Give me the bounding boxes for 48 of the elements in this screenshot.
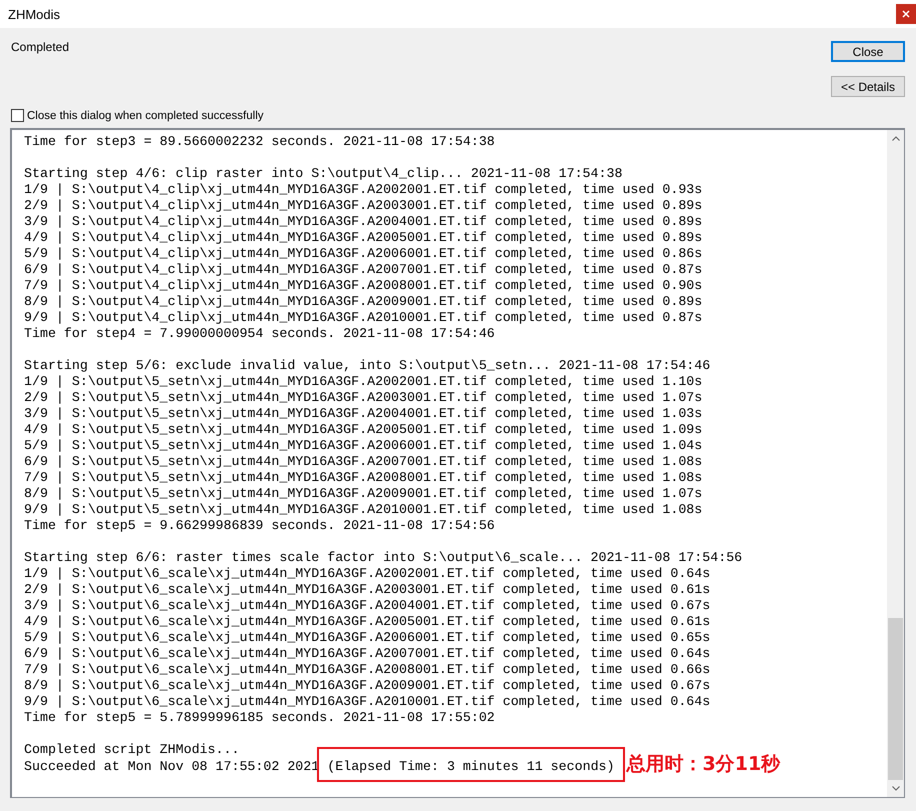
log-line: 4/9 | S:\output\6_scale\xj_utm44n_MYD16A3GF.A2005001.ET.tif completed, time used 0.61s: [24, 614, 712, 630]
log-line: 3/9 | S:\output\4_clip\xj_utm44n_MYD16A3GF.A2004001.ET.tif completed, time used 0.89s: [24, 214, 704, 230]
log-line: 9/9 | S:\output\5_setn\xj_utm44n_MYD16A3GF.A2010001.ET.tif completed, time used 1.08s: [24, 502, 704, 518]
log-line: 8/9 | S:\output\4_clip\xj_utm44n_MYD16A3GF.A2009001.ET.tif completed, time used 0.89s: [24, 294, 704, 310]
log-line: 1/9 | S:\output\5_setn\xj_utm44n_MYD16A3GF.A2002001.ET.tif completed, time used 1.10s: [24, 374, 704, 390]
log-line: 9/9 | S:\output\6_scale\xj_utm44n_MYD16A3GF.A2010001.ET.tif completed, time used 0.64s: [24, 694, 712, 710]
scroll-down-icon[interactable]: [892, 786, 900, 791]
log-line: Starting step 6/6: raster times scale factor into S:\output\6_scale... 2021-11-08 17:54:56: [24, 550, 744, 566]
scrollbar[interactable]: [887, 130, 904, 797]
log-line: 8/9 | S:\output\6_scale\xj_utm44n_MYD16A3GF.A2009001.ET.tif completed, time used 0.67s: [24, 678, 712, 694]
log-line: 4/9 | S:\output\4_clip\xj_utm44n_MYD16A3GF.A2005001.ET.tif completed, time used 0.89s: [24, 230, 704, 246]
close-icon[interactable]: [896, 4, 916, 24]
log-line: 5/9 | S:\output\6_scale\xj_utm44n_MYD16A3GF.A2006001.ET.tif completed, time used 0.65s: [24, 630, 712, 646]
log-line: 6/9 | S:\output\5_setn\xj_utm44n_MYD16A3GF.A2007001.ET.tif completed, time used 1.08s: [24, 454, 704, 470]
log-line: 7/9 | S:\output\6_scale\xj_utm44n_MYD16A3GF.A2008001.ET.tif completed, time used 0.66s: [24, 662, 712, 678]
log-line: Succeeded at Mon Nov 08 17:55:02 2021: [24, 758, 320, 774]
log-line: 7/9 | S:\output\4_clip\xj_utm44n_MYD16A3GF.A2008001.ET.tif completed, time used 0.90s: [24, 278, 704, 294]
log-line: Starting step 5/6: exclude invalid value, into S:\output\5_setn... 2021-11-08 17:54:46: [24, 358, 712, 374]
close-button[interactable]: Close: [831, 41, 905, 62]
log-line: 7/9 | S:\output\5_setn\xj_utm44n_MYD16A3GF.A2008001.ET.tif completed, time used 1.08s: [24, 470, 704, 486]
window-title: ZHModis: [8, 6, 60, 22]
log-line: Starting step 4/6: clip raster into S:\output\4_clip... 2021-11-08 17:54:38: [24, 166, 624, 182]
log-line: 5/9 | S:\output\5_setn\xj_utm44n_MYD16A3GF.A2006001.ET.tif completed, time used 1.04s: [24, 438, 704, 454]
log-line: 2/9 | S:\output\6_scale\xj_utm44n_MYD16A3GF.A2003001.ET.tif completed, time used 0.61s: [24, 582, 712, 598]
log-line: 8/9 | S:\output\5_setn\xj_utm44n_MYD16A3GF.A2009001.ET.tif completed, time used 1.07s: [24, 486, 704, 502]
status-text: Completed: [11, 40, 70, 54]
log-line: Time for step5 = 5.78999996185 seconds. 2021-11-08 17:55:02: [24, 710, 496, 726]
log-line: 2/9 | S:\output\5_setn\xj_utm44n_MYD16A3GF.A2003001.ET.tif completed, time used 1.07s: [24, 390, 704, 406]
log-line: 6/9 | S:\output\4_clip\xj_utm44n_MYD16A3GF.A2007001.ET.tif completed, time used 0.87s: [24, 262, 704, 278]
log-line: 1/9 | S:\output\4_clip\xj_utm44n_MYD16A3GF.A2002001.ET.tif completed, time used 0.93s: [24, 182, 704, 198]
log-line: 2/9 | S:\output\4_clip\xj_utm44n_MYD16A3GF.A2003001.ET.tif completed, time used 0.89s: [24, 198, 704, 214]
log-line: 6/9 | S:\output\6_scale\xj_utm44n_MYD16A3GF.A2007001.ET.tif completed, time used 0.64s: [24, 646, 712, 662]
close-when-done-checkbox[interactable]: Close this dialog when completed successfully: [11, 109, 264, 122]
details-button[interactable]: << Details: [831, 76, 905, 97]
log-line: 3/9 | S:\output\5_setn\xj_utm44n_MYD16A3GF.A2004001.ET.tif completed, time used 1.03s: [24, 406, 704, 422]
annotation-text: 总用时：3分11秒: [626, 756, 780, 772]
scroll-up-icon[interactable]: [892, 136, 900, 141]
elapsed-time-highlight: (Elapsed Time: 3 minutes 11 seconds): [319, 749, 623, 780]
log-line: Time for step5 = 9.66299986839 seconds. 2021-11-08 17:54:56: [24, 518, 496, 534]
log-line: Time for step4 = 7.99000000954 seconds. 2021-11-08 17:54:46: [24, 326, 496, 342]
scrollbar-thumb[interactable]: [888, 618, 903, 780]
log-line: Completed script ZHModis...: [24, 742, 240, 758]
log-line: 5/9 | S:\output\4_clip\xj_utm44n_MYD16A3GF.A2006001.ET.tif completed, time used 0.86s: [24, 246, 704, 262]
log-line: 9/9 | S:\output\4_clip\xj_utm44n_MYD16A3GF.A2010001.ET.tif completed, time used 0.87s: [24, 310, 704, 326]
log-line: Time for step3 = 89.5660002232 seconds. 2021-11-08 17:54:38: [24, 134, 496, 150]
log-line: 1/9 | S:\output\6_scale\xj_utm44n_MYD16A3GF.A2002001.ET.tif completed, time used 0.64s: [24, 566, 712, 582]
log-line: 4/9 | S:\output\5_setn\xj_utm44n_MYD16A3GF.A2005001.ET.tif completed, time used 1.09s: [24, 422, 704, 438]
log-line: 3/9 | S:\output\6_scale\xj_utm44n_MYD16A3GF.A2004001.ET.tif completed, time used 0.67s: [24, 598, 712, 614]
